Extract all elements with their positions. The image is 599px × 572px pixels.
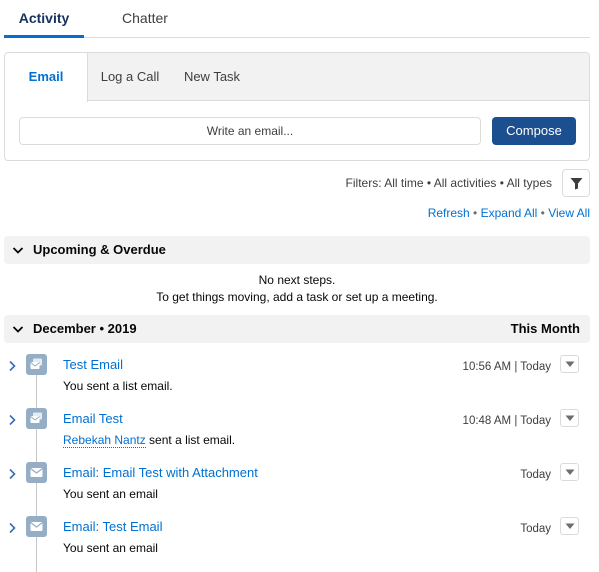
separator: • [537,206,549,220]
activity-description: Rebekah Nantz sent a list email. [63,432,235,448]
view-all-link[interactable]: View All [548,206,590,220]
activity-subject-link[interactable]: Email Test [63,411,123,427]
timeline-item: Email: Email Test with Attachment You se… [0,462,599,516]
list-email-icon [26,354,47,375]
month-section-header[interactable]: December • 2019 This Month [4,315,590,343]
item-menu-button[interactable] [560,517,579,535]
person-link[interactable]: Rebekah Nantz [63,433,146,448]
compose-button[interactable]: Compose [492,117,576,145]
timeline-actions: Refresh • Expand All • View All [300,204,590,222]
activity-time: Today [520,523,551,535]
tab-chatter[interactable]: Chatter [104,0,186,38]
separator: • [469,206,481,220]
activity-description: You sent an email [63,541,158,555]
chevron-down-icon [565,469,575,475]
filters-summary: Filters: All time • All activities • All… [345,176,552,190]
chevron-down-icon [12,247,24,254]
activity-description: You sent a list email. [63,379,173,393]
chevron-right-icon[interactable] [6,360,18,372]
composer-tab-email[interactable]: Email [5,53,88,102]
email-icon [26,516,47,537]
expand-all-link[interactable]: Expand All [481,206,538,220]
empty-state-line: No next steps. [258,273,336,287]
section-title: Upcoming & Overdue [33,242,166,257]
activity-time: 10:56 AM | Today [462,361,551,373]
description-text: sent a list email. [145,433,236,447]
timeline-item: Email Test Rebekah Nantz sent a list ema… [0,408,599,462]
item-menu-button[interactable] [560,355,579,373]
list-email-icon [26,408,47,429]
activity-description: You sent an email [63,487,158,501]
composer-tab-log-a-call[interactable]: Log a Call [95,53,165,101]
refresh-link[interactable]: Refresh [428,206,470,220]
record-tabs: Activity Chatter [4,0,590,38]
section-title: December • 2019 [33,321,137,336]
composer-tab-new-task[interactable]: New Task [177,53,247,101]
activity-subject-link[interactable]: Email: Email Test with Attachment [63,465,258,481]
composer-tabs: Email Log a Call New Task [5,53,589,102]
upcoming-overdue-header[interactable]: Upcoming & Overdue [4,236,590,264]
email-icon [26,462,47,483]
empty-state: No next steps. To get things moving, add… [4,272,590,306]
activity-subject-link[interactable]: Test Email [63,357,123,373]
activity-time: 10:48 AM | Today [462,415,551,427]
timeline-item: Email: Test Email You sent an email Toda… [0,516,599,570]
chevron-right-icon[interactable] [6,414,18,426]
tab-activity[interactable]: Activity [4,0,84,38]
section-period: This Month [510,321,580,336]
activity-time: Today [520,469,551,481]
write-email-input[interactable]: Write an email... [19,117,481,145]
chevron-right-icon[interactable] [6,522,18,534]
activity-subject-link[interactable]: Email: Test Email [63,519,162,535]
item-menu-button[interactable] [560,409,579,427]
chevron-down-icon [565,523,575,529]
empty-state-line: To get things moving, add a task or set … [156,290,438,304]
chevron-down-icon [12,326,24,333]
item-menu-button[interactable] [560,463,579,481]
chevron-down-icon [565,361,575,367]
filter-icon [570,178,583,190]
timeline-item: Test Email You sent a list email. 10:56 … [0,354,599,408]
chevron-down-icon [565,415,575,421]
activity-composer: Email Log a Call New Task Write an email… [4,52,590,161]
chevron-right-icon[interactable] [6,468,18,480]
filter-button[interactable] [562,169,590,197]
